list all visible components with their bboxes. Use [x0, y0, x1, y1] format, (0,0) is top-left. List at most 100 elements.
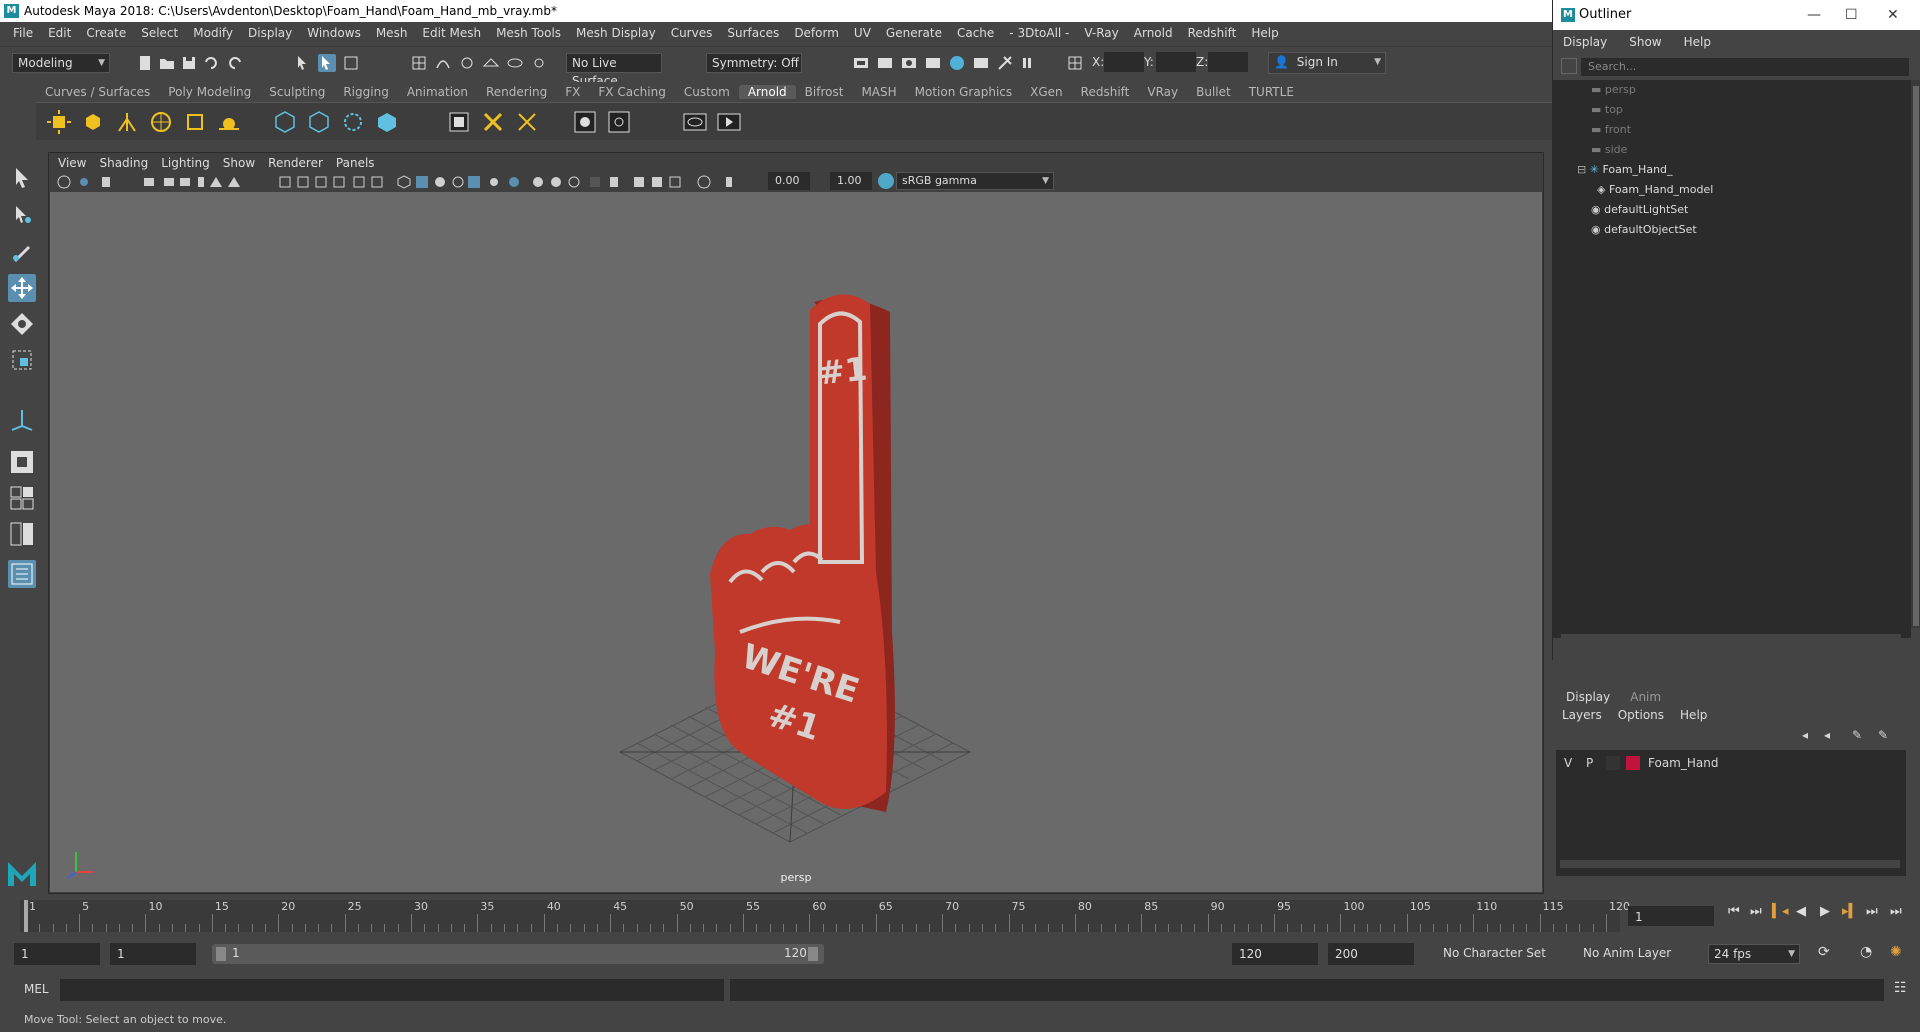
- menu-3dtoall[interactable]: - 3DtoAll -: [1002, 26, 1077, 40]
- paint-select-tool-icon[interactable]: [8, 238, 36, 266]
- panel-menu-view[interactable]: View: [58, 156, 95, 170]
- layer-horizontal-scrollbar[interactable]: [1560, 860, 1900, 868]
- layer-playback-toggle[interactable]: P: [1586, 756, 1593, 770]
- maximize-icon[interactable]: ☐: [1845, 0, 1858, 30]
- outliner-menu-help[interactable]: Help: [1684, 35, 1711, 49]
- shelf-tab-curves-surfaces[interactable]: Curves / Surfaces: [36, 85, 159, 99]
- range-slider[interactable]: 1 120: [212, 944, 824, 964]
- menu-create[interactable]: Create: [79, 26, 134, 40]
- arnold-render-view-icon[interactable]: [682, 109, 708, 135]
- outliner-item-persp[interactable]: ▬ persp: [1591, 80, 1636, 100]
- new-scene-icon[interactable]: [136, 54, 154, 72]
- menu-cache[interactable]: Cache: [950, 26, 1002, 40]
- z-coord-field[interactable]: [1208, 52, 1248, 72]
- four-view-icon[interactable]: [8, 484, 36, 512]
- loop-icon[interactable]: ⟳: [1818, 944, 1830, 960]
- anim-prefs-icon[interactable]: ✺: [1890, 944, 1902, 960]
- menu-modify[interactable]: Modify: [186, 26, 241, 40]
- new-layer-selected-icon[interactable]: ✎: [1878, 728, 1888, 742]
- rotate-tool-icon[interactable]: [8, 310, 36, 338]
- shelf-tab-xgen[interactable]: XGen: [1021, 85, 1072, 99]
- snap-point-icon[interactable]: [458, 54, 476, 72]
- filter-icon[interactable]: [1561, 58, 1577, 74]
- menu-mesh-display[interactable]: Mesh Display: [569, 26, 664, 40]
- move-layer-down-icon[interactable]: ◂: [1824, 728, 1830, 742]
- render-settings-icon[interactable]: [900, 54, 918, 72]
- layer-menu-help[interactable]: Help: [1680, 708, 1707, 722]
- command-input[interactable]: [60, 979, 724, 1001]
- render-current-frame-icon[interactable]: [852, 54, 870, 72]
- photometric-light-icon[interactable]: [114, 109, 140, 135]
- shelf-tab-custom[interactable]: Custom: [675, 85, 739, 99]
- outliner-menu-show[interactable]: Show: [1629, 35, 1661, 49]
- layer-menu-layers[interactable]: Layers: [1562, 708, 1602, 722]
- snap-curve-icon[interactable]: [434, 54, 452, 72]
- outliner-item-default-object-set[interactable]: ◉ defaultObjectSet: [1591, 220, 1697, 240]
- outliner-menu-display[interactable]: Display: [1563, 35, 1607, 49]
- time-slider[interactable]: 1 5 10 15 20 25 30 35 40 45 50 55 60 65 70 75 80 85 90 95 10…: [20, 900, 1630, 932]
- menu-uv[interactable]: UV: [847, 26, 879, 40]
- playback-end-field[interactable]: 120: [1232, 943, 1318, 965]
- layer-row-foam-hand[interactable]: V P Foam_Hand: [1556, 754, 1906, 774]
- outliner-item-front[interactable]: ▬ front: [1591, 120, 1631, 140]
- skydome-light-icon[interactable]: [148, 109, 174, 135]
- outliner-vertical-scrollbar[interactable]: [1911, 80, 1920, 628]
- volume-icon[interactable]: [340, 109, 366, 135]
- clear-tx-icon[interactable]: [514, 109, 540, 135]
- go-to-start-icon[interactable]: ⏮: [1728, 904, 1740, 919]
- shelf-tab-arnold[interactable]: Arnold: [738, 85, 796, 99]
- snap-surface-icon[interactable]: [506, 54, 524, 72]
- menu-arnold[interactable]: Arnold: [1127, 26, 1181, 40]
- menu-edit[interactable]: Edit: [41, 26, 79, 40]
- menu-windows[interactable]: Windows: [300, 26, 369, 40]
- menu-generate[interactable]: Generate: [879, 26, 950, 40]
- standin-icon[interactable]: [272, 109, 298, 135]
- layer-type-toggle[interactable]: [1606, 756, 1620, 770]
- panel-menu-panels[interactable]: Panels: [336, 156, 384, 170]
- arnold-render-icon[interactable]: [948, 54, 966, 72]
- panel-toolbar-icons[interactable]: [54, 174, 734, 190]
- step-forward-frame-icon[interactable]: ▸▍: [1842, 904, 1859, 919]
- anim-layer-dropdown[interactable]: No Anim Layer: [1578, 944, 1686, 964]
- tab-display[interactable]: Display: [1556, 688, 1620, 706]
- live-surface-field[interactable]: No Live Surface: [566, 53, 662, 88]
- render-region-icon[interactable]: [606, 109, 632, 135]
- show-manipulator-icon[interactable]: [8, 406, 36, 434]
- character-set-dropdown[interactable]: No Character Set: [1438, 944, 1554, 964]
- vray-frame-buffer-icon[interactable]: [972, 54, 990, 72]
- shelf-tab-vray[interactable]: VRay: [1138, 85, 1187, 99]
- shelf-tab-turtle[interactable]: TURTLE: [1240, 85, 1303, 99]
- x-coord-field[interactable]: [1104, 52, 1144, 72]
- menu-display[interactable]: Display: [241, 26, 300, 40]
- move-tool-icon[interactable]: [8, 274, 36, 302]
- vray-tool-icon[interactable]: [996, 54, 1014, 72]
- light-portal-icon[interactable]: [182, 109, 208, 135]
- shelf-tab-sculpting[interactable]: Sculpting: [260, 85, 334, 99]
- move-layer-up-icon[interactable]: ◂: [1802, 728, 1808, 742]
- step-back-frame-icon[interactable]: ▍◂: [1772, 904, 1789, 919]
- area-light-icon[interactable]: [46, 109, 72, 135]
- play-forwards-icon[interactable]: ▶: [1820, 904, 1830, 919]
- outliner-horizontal-scrollbar[interactable]: [1561, 634, 1901, 642]
- transform-mode-icon[interactable]: [1066, 54, 1084, 72]
- outliner-search-input[interactable]: Search...: [1581, 58, 1909, 76]
- lasso-tool-icon[interactable]: [8, 200, 36, 228]
- menu-deform[interactable]: Deform: [787, 26, 847, 40]
- layer-visibility-toggle[interactable]: V: [1564, 756, 1572, 770]
- view-transform-dropdown[interactable]: sRGB gamma ▼: [896, 172, 1054, 190]
- menu-help[interactable]: Help: [1244, 26, 1286, 40]
- shelf-tab-animation[interactable]: Animation: [398, 85, 477, 99]
- outliner-item-foam-hand-model[interactable]: ◈ Foam_Hand_model: [1597, 180, 1713, 200]
- menu-mesh[interactable]: Mesh: [369, 26, 416, 40]
- shelf-tab-bullet[interactable]: Bullet: [1187, 85, 1240, 99]
- playback-start-field[interactable]: 1: [110, 943, 196, 965]
- open-scene-icon[interactable]: [158, 54, 176, 72]
- step-forward-key-icon[interactable]: ⏭: [1866, 904, 1878, 919]
- shelf-tab-fx[interactable]: FX: [556, 85, 589, 99]
- single-perspective-view-icon[interactable]: [8, 448, 36, 476]
- shelf-tab-rigging[interactable]: Rigging: [334, 85, 397, 99]
- panel-menu-renderer[interactable]: Renderer: [268, 156, 332, 170]
- scene-end-field[interactable]: 200: [1328, 943, 1414, 965]
- snap-grid-icon[interactable]: [410, 54, 428, 72]
- flush-cache-icon[interactable]: [374, 109, 400, 135]
